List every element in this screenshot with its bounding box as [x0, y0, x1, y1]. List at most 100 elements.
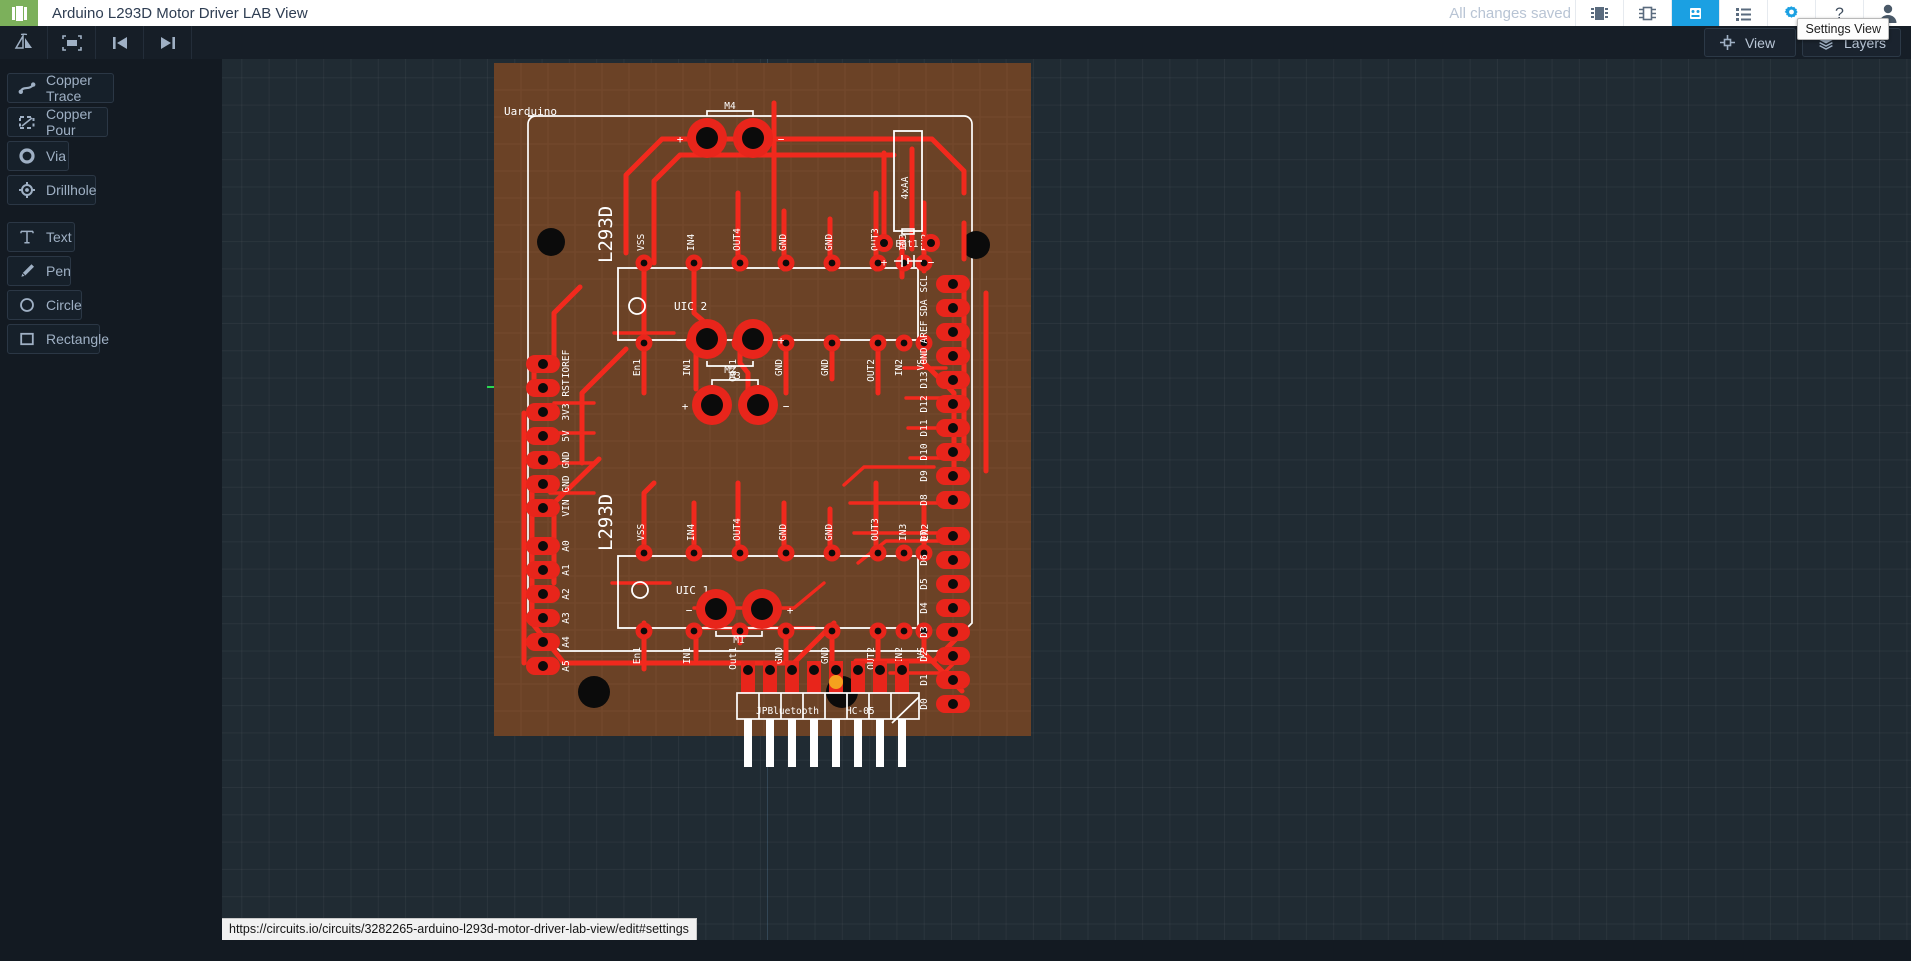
title-bar: Arduino L293D Motor Driver LAB View All … — [0, 0, 1911, 26]
svg-text:OUT4: OUT4 — [732, 518, 743, 541]
svg-text:+: + — [677, 133, 684, 146]
app-logo[interactable] — [0, 0, 38, 26]
svg-text:3V3: 3V3 — [561, 403, 572, 420]
svg-text:−: − — [783, 400, 790, 413]
svg-text:D1: D1 — [919, 674, 930, 686]
svg-text:IN2: IN2 — [894, 359, 905, 376]
svg-text:+: + — [778, 334, 785, 347]
svg-text:GND: GND — [820, 359, 831, 376]
schematic-view-icon[interactable] — [1623, 0, 1671, 26]
pcb-svg: .silk{fill:#ffffff;font-family:"DejaVu S… — [494, 63, 1154, 803]
copper-trace-tool[interactable]: Copper Trace — [7, 73, 114, 103]
svg-text:D2: D2 — [919, 650, 930, 661]
svg-text:+: + — [787, 604, 794, 617]
svg-text:GND: GND — [561, 475, 572, 492]
svg-text:IN3: IN3 — [898, 524, 909, 541]
svg-text:A4: A4 — [561, 636, 572, 648]
drillhole-label: Drillhole — [46, 182, 97, 198]
svg-text:D5: D5 — [919, 578, 930, 589]
svg-text:GND: GND — [824, 234, 835, 251]
svg-text:IN4: IN4 — [686, 524, 697, 541]
pen-icon — [18, 262, 36, 280]
settings-view-tooltip: Settings View — [1797, 18, 1889, 40]
svg-text:IOREF: IOREF — [561, 349, 572, 378]
next-button[interactable] — [144, 26, 192, 59]
circle-icon — [18, 296, 36, 314]
svg-text:IN4: IN4 — [686, 234, 697, 251]
svg-text:D4: D4 — [919, 602, 930, 614]
via-label: Via — [46, 148, 66, 164]
rectangle-label: Rectangle — [46, 331, 109, 347]
settings-view-icon[interactable] — [1671, 0, 1719, 26]
svg-text:GND: GND — [778, 234, 789, 251]
svg-text:D11: D11 — [919, 419, 930, 436]
svg-text:A2: A2 — [561, 588, 572, 599]
svg-text:D12: D12 — [919, 395, 930, 412]
svg-text:−: − — [778, 133, 785, 146]
drillhole-icon — [18, 181, 36, 199]
view-button[interactable]: View — [1704, 28, 1796, 57]
flip-board-button[interactable] — [0, 26, 48, 59]
circle-tool[interactable]: Circle — [7, 290, 82, 320]
svg-text:D8: D8 — [919, 494, 930, 506]
svg-text:En1: En1 — [632, 359, 643, 376]
text-tool[interactable]: Text — [7, 222, 75, 252]
svg-text:OUT4: OUT4 — [732, 228, 743, 251]
svg-text:D0: D0 — [919, 698, 930, 710]
via-icon — [18, 147, 36, 165]
components-view-icon[interactable] — [1575, 0, 1623, 26]
svg-text:D13: D13 — [919, 371, 930, 388]
previous-button[interactable] — [96, 26, 144, 59]
pcb-canvas[interactable]: .silk{fill:#ffffff;font-family:"DejaVu S… — [222, 59, 1911, 940]
svg-text:GND: GND — [774, 359, 785, 376]
svg-text:−: − — [928, 256, 935, 269]
svg-text:D9: D9 — [919, 470, 930, 482]
rectangle-icon — [18, 330, 36, 348]
drillhole-tool[interactable]: Drillhole — [7, 175, 96, 205]
ic-top-part: L293D — [595, 206, 617, 263]
bluetooth-ref: JPBluetooth — [756, 706, 819, 717]
bluetooth-part: HC-05 — [846, 706, 875, 717]
svg-text:A0: A0 — [561, 540, 572, 552]
svg-text:RST: RST — [561, 379, 572, 396]
circuits-logo-icon — [12, 6, 27, 21]
svg-text:A1: A1 — [561, 564, 572, 576]
fit-to-screen-button[interactable] — [48, 26, 96, 59]
svg-text:GND: GND — [778, 524, 789, 541]
svg-text:+: + — [682, 400, 689, 413]
pour-icon — [18, 113, 36, 131]
svg-text:VSS: VSS — [636, 524, 647, 541]
svg-text:GND: GND — [824, 524, 835, 541]
text-icon — [18, 228, 36, 246]
tool-palette: Copper Trace Copper Pour Via Drillhole T… — [0, 59, 222, 940]
crosshair-icon — [1719, 34, 1736, 51]
pen-label: Pen — [46, 263, 71, 279]
svg-text:A5: A5 — [561, 660, 572, 671]
page-title: Arduino L293D Motor Driver LAB View — [52, 0, 308, 26]
svg-text:−: − — [686, 604, 693, 617]
view-button-label: View — [1745, 35, 1775, 51]
circle-label: Circle — [46, 297, 82, 313]
copper-pour-tool[interactable]: Copper Pour — [7, 107, 108, 137]
svg-text:En1: En1 — [632, 647, 643, 664]
ic-top-ref: UIC 2 — [674, 300, 707, 313]
svg-text:AREF: AREF — [919, 320, 930, 343]
svg-text:+: + — [881, 256, 888, 269]
pcb-board[interactable]: .silk{fill:#ffffff;font-family:"DejaVu S… — [494, 63, 1154, 808]
svg-text:D10: D10 — [919, 443, 930, 460]
svg-text:OUT3: OUT3 — [870, 518, 881, 541]
svg-text:A3: A3 — [561, 612, 572, 623]
status-bar-url: https://circuits.io/circuits/3282265-ard… — [222, 918, 697, 940]
svg-text:GND: GND — [561, 451, 572, 468]
rectangle-tool[interactable]: Rectangle — [7, 324, 100, 354]
pen-tool[interactable]: Pen — [7, 256, 71, 286]
text-label: Text — [46, 229, 72, 245]
battery-ref: Bat1 — [896, 239, 919, 250]
copper-trace-label: Copper Trace — [46, 72, 101, 104]
svg-text:VSS: VSS — [636, 234, 647, 251]
list-view-icon[interactable] — [1719, 0, 1767, 26]
svg-text:D7: D7 — [919, 530, 930, 541]
svg-text:Out1: Out1 — [728, 647, 739, 670]
ic-bottom-part: L293D — [595, 494, 617, 551]
via-tool[interactable]: Via — [7, 141, 69, 171]
